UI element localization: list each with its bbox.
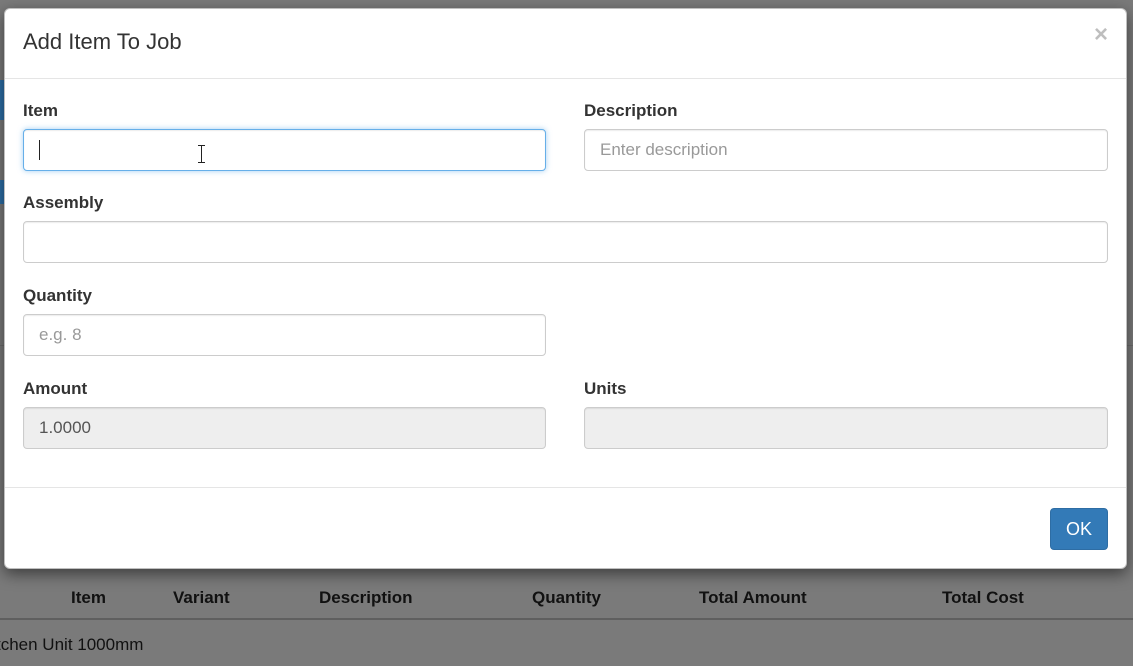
background-table-header: Item Variant Description Quantity Total … bbox=[0, 572, 1133, 620]
ok-button[interactable]: OK bbox=[1050, 508, 1108, 550]
column-header-item: Item bbox=[71, 588, 106, 607]
modal-header: Add Item To Job × bbox=[5, 9, 1126, 79]
quantity-input[interactable] bbox=[23, 314, 546, 356]
units-input bbox=[584, 407, 1108, 449]
column-header-description: Description bbox=[319, 588, 413, 607]
column-header-total-cost: Total Cost bbox=[942, 588, 1024, 607]
amount-label: Amount bbox=[23, 379, 88, 398]
text-caret bbox=[39, 140, 40, 160]
item-input[interactable] bbox=[23, 129, 546, 171]
table-row: tchen Unit 1000mm bbox=[0, 622, 1133, 666]
table-cell-item: tchen Unit 1000mm bbox=[0, 635, 144, 654]
close-icon[interactable]: × bbox=[1094, 23, 1108, 47]
quantity-label: Quantity bbox=[23, 286, 92, 305]
column-header-total-amount: Total Amount bbox=[699, 588, 807, 607]
item-label: Item bbox=[23, 101, 58, 120]
assembly-input[interactable] bbox=[23, 221, 1108, 263]
modal-footer: OK bbox=[5, 487, 1126, 570]
description-label: Description bbox=[584, 101, 678, 120]
text-cursor-icon bbox=[197, 145, 206, 163]
units-label: Units bbox=[584, 379, 627, 398]
modal-title: Add Item To Job bbox=[23, 29, 182, 54]
description-input[interactable] bbox=[584, 129, 1108, 171]
assembly-label: Assembly bbox=[23, 193, 104, 212]
column-header-variant: Variant bbox=[173, 588, 230, 607]
add-item-dialog: Add Item To Job × Item Description Assem… bbox=[4, 8, 1127, 569]
column-header-quantity: Quantity bbox=[532, 588, 601, 607]
amount-input bbox=[23, 407, 546, 449]
